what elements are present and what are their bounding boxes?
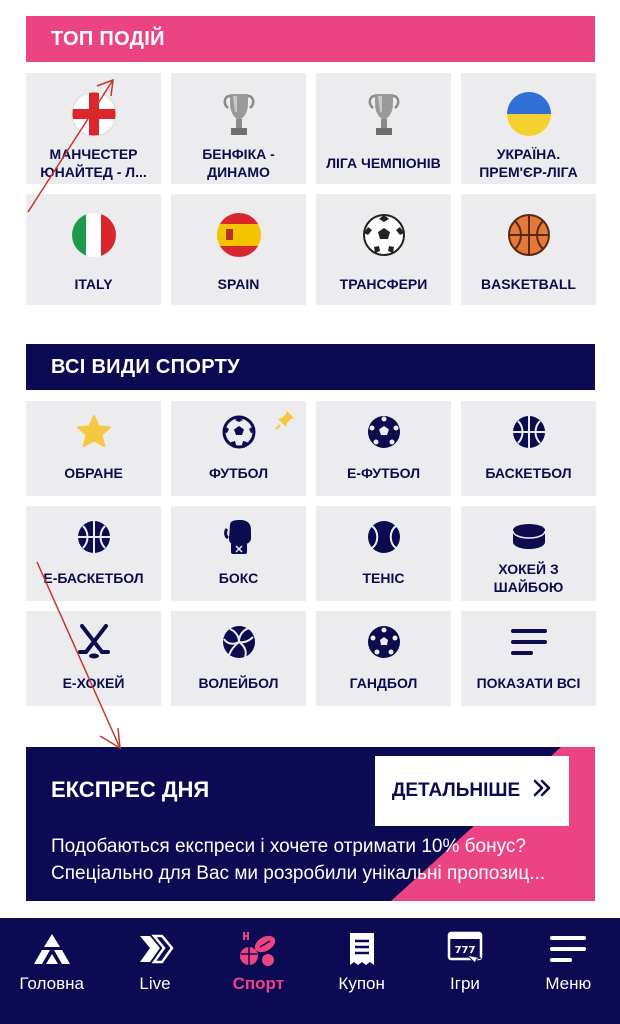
sport-tile-football[interactable]: ФУТБОЛ: [171, 401, 306, 496]
nav-label: Меню: [545, 974, 592, 993]
boxing-glove-icon: [221, 519, 257, 555]
england-flag-icon: [71, 91, 117, 137]
sport-icon: [238, 930, 278, 968]
sport-label: ПОКАЗАТИ ВСІ: [476, 675, 581, 691]
sport-tile-handball[interactable]: ГАНДБОЛ: [316, 611, 451, 706]
express-description-line: Подобаються експреси і хочете отримати 1…: [51, 836, 526, 857]
nav-coupon[interactable]: Купон: [310, 918, 413, 1024]
top-event-tile-ukraine-league[interactable]: УКРАЇНА. ПРЕМ'ЄР-ЛІГА: [461, 73, 596, 184]
top-event-tile-transfers[interactable]: ТРАНСФЕРИ: [316, 194, 451, 305]
top-event-tile-basketball[interactable]: BASKETBALL: [461, 194, 596, 305]
nav-label: Купон: [338, 974, 385, 993]
sport-label: ФУТБОЛ: [208, 465, 269, 481]
top-event-label: БЕНФІКА - ДИНАМО: [202, 146, 275, 180]
sport-label: ВОЛЕЙБОЛ: [198, 675, 279, 691]
hockey-sticks-icon: [76, 624, 112, 660]
chevrons-right-icon: [532, 778, 552, 804]
top-event-tile-champions-league[interactable]: ЛІГА ЧЕМПІОНІВ: [316, 73, 451, 184]
all-sports-title: ВСІ ВИДИ СПОРТУ: [51, 355, 240, 378]
nav-sport[interactable]: Спорт: [207, 918, 310, 1024]
star-icon: [76, 414, 112, 450]
nav-menu[interactable]: Меню: [517, 918, 620, 1024]
pin-icon[interactable]: [274, 409, 296, 431]
sport-label: ОБРАНЕ: [64, 465, 123, 481]
express-description-line: Спеціально для Вас ми розробили унікальн…: [51, 863, 546, 884]
top-event-label: BASKETBALL: [481, 276, 576, 292]
basketball-icon: [511, 414, 547, 450]
all-sports-grid: ОБРАНЕ ФУТБОЛ Е-ФУТБОЛ БАСКЕТБОЛ Е-БАСКЕ…: [26, 401, 596, 706]
sport-label: Е-ХОКЕЙ: [62, 675, 125, 691]
details-button[interactable]: ДЕТАЛЬНІШЕ: [375, 756, 569, 826]
sport-label: ТЕНІС: [362, 570, 405, 586]
sport-label: Е-БАСКЕТБОЛ: [43, 570, 144, 586]
top-event-label: ТРАНСФЕРИ: [339, 276, 428, 292]
top-event-label: МАНЧЕСТЕР ЮНАЙТЕД - Л...: [40, 146, 147, 180]
nav-label: Live: [139, 974, 171, 993]
e-basketball-icon: [76, 519, 112, 555]
sport-tile-e-hockey[interactable]: Е-ХОКЕЙ: [26, 611, 161, 706]
spain-flag-icon: [216, 212, 262, 258]
sport-tile-ice-hockey[interactable]: ХОКЕЙ З ШАЙБОЮ: [461, 506, 596, 601]
top-event-tile-spain[interactable]: SPAIN: [171, 194, 306, 305]
top-event-label: УКРАЇНА. ПРЕМ'ЄР-ЛІГА: [479, 146, 578, 180]
all-sports-header: ВСІ ВИДИ СПОРТУ: [26, 344, 595, 390]
basketball-icon: [506, 212, 552, 258]
sport-tile-e-basketball[interactable]: Е-БАСКЕТБОЛ: [26, 506, 161, 601]
express-title: ЕКСПРЕС ДНЯ: [51, 777, 210, 802]
top-events-header: ТОП ПОДІЙ: [26, 16, 595, 62]
top-events-title: ТОП ПОДІЙ: [51, 27, 165, 50]
sport-tile-show-all[interactable]: ПОКАЗАТИ ВСІ: [461, 611, 596, 706]
ukraine-flag-icon: [506, 91, 552, 137]
top-events-grid: МАНЧЕСТЕР ЮНАЙТЕД - Л... БЕНФІКА - ДИНАМ…: [26, 73, 596, 305]
sport-tile-boxing[interactable]: БОКС: [171, 506, 306, 601]
sport-tile-e-football[interactable]: Е-ФУТБОЛ: [316, 401, 451, 496]
soccer-ball-icon: [221, 414, 257, 450]
sport-tile-favorites[interactable]: ОБРАНЕ: [26, 401, 161, 496]
volleyball-icon: [221, 624, 257, 660]
sport-label: ГАНДБОЛ: [349, 675, 418, 691]
nav-live[interactable]: Live: [103, 918, 206, 1024]
soccer-ball-icon: [361, 212, 407, 258]
sport-tile-tennis[interactable]: ТЕНІС: [316, 506, 451, 601]
top-event-tile-manchester[interactable]: МАНЧЕСТЕР ЮНАЙТЕД - Л...: [26, 73, 161, 184]
handball-icon: [366, 624, 402, 660]
top-event-label: ЛІГА ЧЕМПІОНІВ: [326, 155, 441, 171]
live-icon: [135, 930, 175, 968]
trophy-icon: [361, 91, 407, 137]
sport-label: ХОКЕЙ З ШАЙБОЮ: [493, 561, 564, 595]
nav-games[interactable]: 777 Ігри: [413, 918, 516, 1024]
home-logo-icon: [32, 930, 72, 968]
menu-icon: [548, 930, 588, 968]
e-football-icon: [366, 414, 402, 450]
coupon-icon: [342, 930, 382, 968]
nav-home[interactable]: Головна: [0, 918, 103, 1024]
express-description: Подобаються експреси і хочете отримати 1…: [51, 833, 571, 887]
sport-label: БАСКЕТБОЛ: [485, 465, 572, 481]
games-icon: 777: [445, 930, 485, 968]
trophy-icon: [216, 91, 262, 137]
sport-tile-basketball[interactable]: БАСКЕТБОЛ: [461, 401, 596, 496]
hockey-puck-icon: [511, 519, 547, 555]
svg-text:777: 777: [455, 945, 476, 956]
top-event-tile-italy[interactable]: ITALY: [26, 194, 161, 305]
express-of-day-banner[interactable]: ЕКСПРЕС ДНЯ ДЕТАЛЬНІШЕ Подобаються експр…: [26, 747, 595, 901]
bottom-navigation: Головна Live Спорт Купон 777 Ігри Меню: [0, 918, 620, 1024]
sport-label: БОКС: [218, 570, 259, 586]
top-event-label: ITALY: [74, 276, 113, 292]
italy-flag-icon: [71, 212, 117, 258]
nav-label: Головна: [19, 974, 84, 993]
menu-lines-icon: [510, 624, 547, 660]
details-button-label: ДЕТАЛЬНІШЕ: [391, 780, 521, 801]
top-event-tile-benfica[interactable]: БЕНФІКА - ДИНАМО: [171, 73, 306, 184]
top-event-label: SPAIN: [217, 276, 260, 292]
sport-tile-volleyball[interactable]: ВОЛЕЙБОЛ: [171, 611, 306, 706]
nav-label: Ігри: [450, 974, 480, 993]
sport-label: Е-ФУТБОЛ: [346, 465, 421, 481]
nav-label: Спорт: [232, 974, 285, 993]
tennis-ball-icon: [366, 519, 402, 555]
